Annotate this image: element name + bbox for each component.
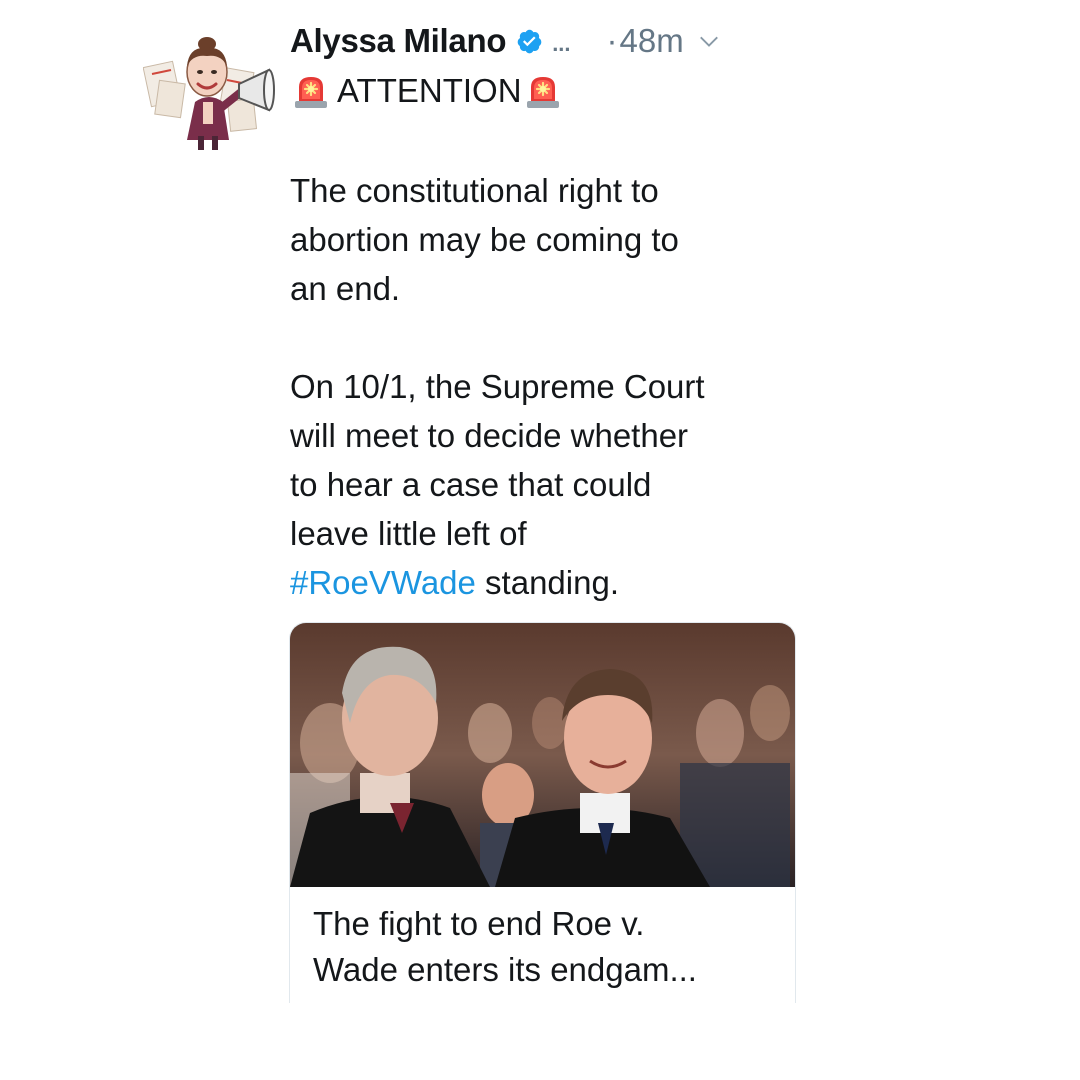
author-name[interactable]: Alyssa Milano — [290, 22, 506, 60]
tweet-paragraph-2: On 10/1, the Supreme Court will meet to … — [290, 362, 810, 607]
time-separator: · — [606, 22, 618, 59]
tweet-paragraph-1: The constitutional right to abortion may… — [290, 166, 810, 313]
chevron-down-icon[interactable] — [698, 30, 720, 52]
body-line: will meet to decide whether — [290, 417, 689, 454]
card-title-line: The fight to end Roe v. — [313, 905, 645, 942]
card-title-line: Wade enters its endgam... — [313, 951, 697, 988]
hashtag-tail-text: standing. — [475, 564, 619, 601]
link-preview-card[interactable]: The fight to end Roe v. Wade enters its … — [289, 622, 796, 1003]
name-truncation-ellipsis: ... — [552, 31, 571, 56]
attention-text: ATTENTION — [337, 72, 522, 109]
body-line: leave little left of — [290, 515, 527, 552]
attention-line: ATTENTION — [293, 70, 561, 112]
police-car-light-icon — [293, 73, 329, 109]
tweet-header: Alyssa Milano ... · 48m — [290, 18, 720, 64]
author-avatar[interactable] — [143, 22, 275, 154]
body-line: abortion may be coming to — [290, 221, 679, 258]
tweet-screenshot: Alyssa Milano ... · 48m ATTENTION The co… — [0, 0, 1080, 1080]
tweet-body: The constitutional right to abortion may… — [290, 166, 810, 607]
hashtag-link[interactable]: #RoeVWade — [290, 564, 476, 601]
card-photo — [290, 623, 795, 887]
body-line-hashtag: #RoeVWade standing. — [290, 558, 810, 607]
tweet-timestamp[interactable]: 48m — [620, 22, 684, 60]
body-line: The constitutional right to — [290, 172, 659, 209]
verified-badge-icon — [516, 28, 543, 55]
body-line: On 10/1, the Supreme Court — [290, 368, 705, 405]
police-car-light-icon — [525, 73, 561, 109]
body-line: to hear a case that could — [290, 466, 652, 503]
body-line: an end. — [290, 270, 401, 307]
card-title[interactable]: The fight to end Roe v. Wade enters its … — [313, 901, 773, 993]
avatar-caricature-icon — [143, 24, 275, 152]
